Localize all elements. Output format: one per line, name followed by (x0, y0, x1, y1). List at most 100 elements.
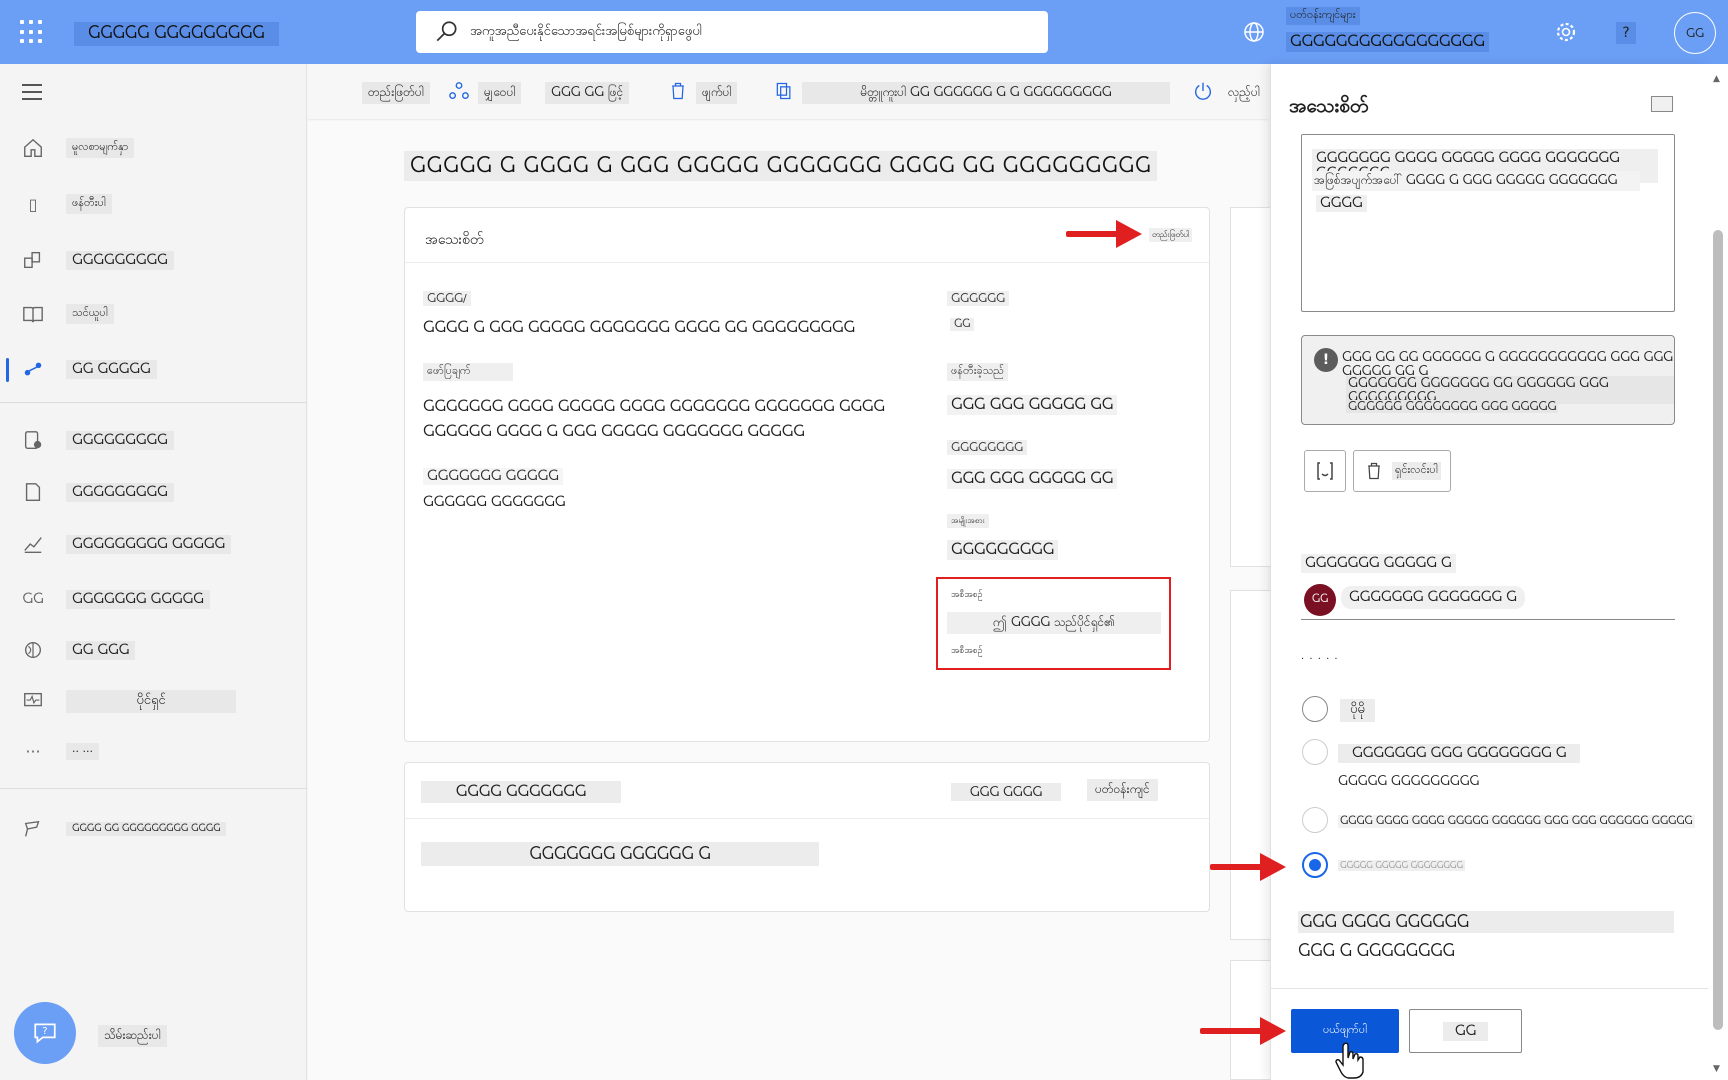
search-box[interactable]: အကူအညီပေးနိုင်သောအရင်းအမြစ်များကိုရှာဖွေ… (416, 11, 1048, 53)
more-icon: ··· (25, 741, 41, 761)
background-card-edge (1230, 207, 1270, 567)
nav-item-approvals[interactable]: ႺႺႺႺႺႺႺႺႺ (0, 417, 307, 463)
share-button[interactable]: မျှဝေပါ (448, 81, 522, 104)
background-card-edge (1230, 590, 1270, 940)
nav-item-process-mining[interactable]: ႺႺ ႺႺႺႺႺႺႺ ႺႺႺႺႺ (0, 576, 307, 622)
cancel-button[interactable]: ႺႺ (1409, 1009, 1522, 1053)
connections-title: ႺႺႺႺ ႺႺႺႺႺႺႺ (421, 781, 621, 803)
radio-option-2-label: ႺႺႺႺႺႺႺ ႺႺႺ ႺႺႺႺႺႺႺႺ Ⴚ (1338, 744, 1581, 763)
plus-icon: ▯ (28, 194, 38, 214)
process-icon: ႺႺ (22, 591, 44, 607)
description-value: ႺႺႺႺႺႺႺ ႺႺႺႺ ႺႺႺႺႺ ႺႺႺႺ ႺႺႺႺႺႺႺ ႺႺႺႺႺႺႺ … (423, 399, 885, 440)
help-icon[interactable]: ? (1616, 22, 1636, 44)
nav-item-solutions[interactable]: ႺႺႺႺႺႺႺႺႺ (0, 469, 307, 515)
turn-off-button[interactable]: လှည့်ပါ (1192, 82, 1266, 104)
templates-icon (22, 249, 44, 271)
user-avatar[interactable]: ႺႺ (1674, 12, 1716, 54)
approvals-icon (22, 429, 44, 451)
status-label: ႺႺႺႺႺႺ (947, 291, 1009, 306)
ai-icon (22, 639, 44, 661)
status-value: ႺႺ (950, 318, 975, 331)
nav-item-ai-hub[interactable]: ႺႺ ႺႺႺ (0, 627, 307, 673)
home-icon (22, 137, 44, 159)
hand-cursor-icon (1335, 1042, 1364, 1079)
panel-footer-divider (1270, 988, 1708, 989)
radio-option-3[interactable] (1302, 807, 1328, 833)
analytics-icon (22, 533, 44, 555)
connections-edit[interactable]: ႺႺႺ ႺႺႺႺ (951, 783, 1061, 801)
environment-name[interactable]: ႺႺႺႺႺႺႺႺႺႺႺႺႺႺႺႺႺ (1286, 32, 1489, 52)
nav-item-templates[interactable]: ႺႺႺႺႺႺႺႺႺ (0, 237, 307, 283)
radio-option-1[interactable] (1302, 696, 1328, 722)
modified-label: ႺႺႺႺႺႺႺႺ (947, 440, 1027, 455)
nav-item-monitor[interactable]: ပိုင်ရှင် (0, 678, 307, 724)
scrollbar-thumb[interactable] (1713, 230, 1723, 1030)
description-textarea[interactable]: ႺႺႺႺႺႺႺ ႺႺႺႺ ႺႺႺႺႺ ႺႺႺႺ ႺႺႺႺႺႺႺ ႺႺႺႺႺႺႺ … (1301, 134, 1675, 312)
radio-option-2[interactable] (1302, 739, 1328, 765)
clear-button[interactable]: ရှင်းလင်းပါ (1353, 450, 1451, 492)
flow-icon (22, 358, 44, 380)
owner-chip[interactable]: ႺႺႺႺႺႺႺ ႺႺႺႺႺႺႺ Ⴚ (1341, 586, 1525, 609)
footer-field-label: ႺႺႺ ႺႺႺႺ ႺႺႺႺႺႺ (1298, 911, 1674, 933)
description-label: ဖော်ပြချက် (423, 363, 513, 381)
owner-avatar: ႺႺ (1304, 584, 1336, 616)
owners-field[interactable]: ႺႺ ႺႺႺႺႺႺႺ ႺႺႺႺႺႺႺ Ⴚ (1301, 582, 1675, 620)
plan-label: ႺႺႺႺႺႺႺ ႺႺႺႺႺ (423, 468, 563, 485)
panel-scrollbar[interactable]: ▲ ▼ (1708, 64, 1728, 1080)
type-label: အမျိုးအစား (947, 514, 989, 528)
nav-item-more[interactable]: ··· ·· ··· (0, 728, 307, 774)
radio-option-4-selected[interactable] (1302, 852, 1328, 878)
app-title[interactable]: ႺႺႺႺႺ ႺႺႺႺႺႺႺႺႺ (74, 22, 279, 46)
hamburger-menu-icon[interactable] (22, 84, 42, 105)
search-placeholder[interactable]: အကူအညီပေးနိုင်သောအရင်းအမြစ်များကိုရှာဖွေ… (470, 23, 702, 42)
left-navigation: မူလစာမျက်နှာ ▯ ဖန်တီးပါ ႺႺႺႺႺႺႺႺႺ သင်ယူပ… (0, 64, 307, 1080)
edit-button[interactable]: တည်းဖြတ်ပါ (362, 82, 430, 104)
radio-option-2-sub: ႺႺႺႺႺ ႺႺႺႺႺႺႺႺႺ (1338, 774, 1480, 788)
nav-item-home[interactable]: မူလစာမျက်နှာ (0, 125, 307, 171)
type-value: ႺႺႺႺႺႺႺႺႺ (947, 540, 1059, 560)
environment-picker[interactable]: ပတ်ဝန်းကျင်များ ႺႺႺႺႺႺႺႺႺႺႺႺႺႺႺႺႺ (1286, 6, 1489, 52)
connection-item[interactable]: ႺႺႺႺႺႺႺ ႺႺႺႺႺႺ Ⴚ (421, 842, 819, 866)
nav-item-create[interactable]: ▯ ဖန်တီးပါ (0, 181, 307, 227)
trash-icon (1368, 462, 1380, 480)
connections-card: ႺႺႺႺ ႺႺႺႺႺႺႺ ႺႺႺ ႺႺႺႺ ပတ်ဝန်းကျင် ႺႺႺႺႺႺ… (404, 762, 1210, 912)
nav-item-analytics[interactable]: ႺႺႺႺႺႺႺႺႺ ႺႺႺႺႺ (0, 521, 307, 567)
created-value: ႺႺႺ ႺႺႺ ႺႺႺႺႺ ႺႺ (947, 395, 1118, 415)
solutions-icon (22, 481, 44, 503)
panel-title: အသေးစိတ် (1289, 95, 1369, 117)
power-platform-icon (22, 818, 44, 840)
page-title: ႺႺႺႺႺ Ⴚ ႺႺႺႺ Ⴚ ႺႺႺ ႺႺႺႺႺ ႺႺႺႺႺႺႺ ႺႺႺႺ ႺႺ… (404, 151, 1158, 181)
nav-item-learn[interactable]: သင်ယူပါ (0, 291, 307, 337)
delete-button[interactable]: ဖျက်ပါ (668, 82, 738, 104)
book-icon (22, 303, 44, 325)
settings-gear-icon[interactable] (1552, 18, 1580, 46)
created-label: ဖန်တီးခဲ့သည် (947, 363, 1008, 381)
annotation-arrow-save (1200, 1017, 1286, 1045)
nav-item-flows[interactable]: ႺႺ ႺႺႺႺႺ (0, 346, 307, 392)
annotation-arrow-edit (1066, 220, 1142, 248)
details-edit-link[interactable]: တည်းဖြတ်ပါ (1149, 228, 1193, 242)
environment-label: ပတ်ဝန်းကျင်များ (1286, 7, 1360, 25)
nav-item-power-platform[interactable]: ႺႺႺႺ ႺႺ ႺႺႺႺႺႺႺႺႺ ႺႺႺႺ (0, 806, 307, 852)
environment-globe-icon[interactable] (1240, 18, 1268, 46)
app-launcher-icon[interactable] (20, 20, 44, 44)
copy-button[interactable]: မိတ္တူကူးပါ ႺႺ ႺႺႺႺႺႺ Ⴚ Ⴚ ႺႺႺႺႺႺႺႺႺ (774, 82, 1170, 104)
power-icon (1192, 80, 1214, 107)
scroll-up-icon[interactable]: ▲ (1713, 74, 1720, 84)
copy-icon (774, 80, 794, 107)
help-label: သိမ်းဆည်းပါ (98, 1025, 167, 1047)
search-icon (436, 21, 457, 42)
scroll-down-icon[interactable]: ▼ (1713, 1064, 1720, 1074)
copilot-sparkle-icon (1317, 462, 1333, 480)
radio-option-3-label: ႺႺႺႺ ႺႺႺႺ ႺႺႺႺ ႺႺႺႺႺ ႺႺႺႺႺႺ ႺႺႺ ႺႺႺ ႺႺႺႺ… (1338, 815, 1695, 828)
panel-maximize-icon[interactable] (1651, 96, 1673, 112)
save-as-button[interactable]: ႺႺႺ ႺႺ ဖြင့် (545, 82, 630, 104)
plan-value: ႺႺႺႺႺႺ ႺႺႺႺႺႺႺ (423, 495, 566, 510)
radio-option-1-label: ပိုမို (1340, 699, 1375, 722)
chat-help-icon: ? (34, 1023, 56, 1044)
footer-field-value: ႺႺႺ Ⴚ ႺႺႺႺႺႺႺႺ (1298, 942, 1455, 960)
copilot-button[interactable] (1304, 450, 1346, 492)
connections-env[interactable]: ပတ်ဝန်းကျင် (1087, 779, 1158, 801)
virtual-agent-button[interactable]: ? (14, 1002, 76, 1064)
annotation-highlight-box (936, 577, 1171, 670)
